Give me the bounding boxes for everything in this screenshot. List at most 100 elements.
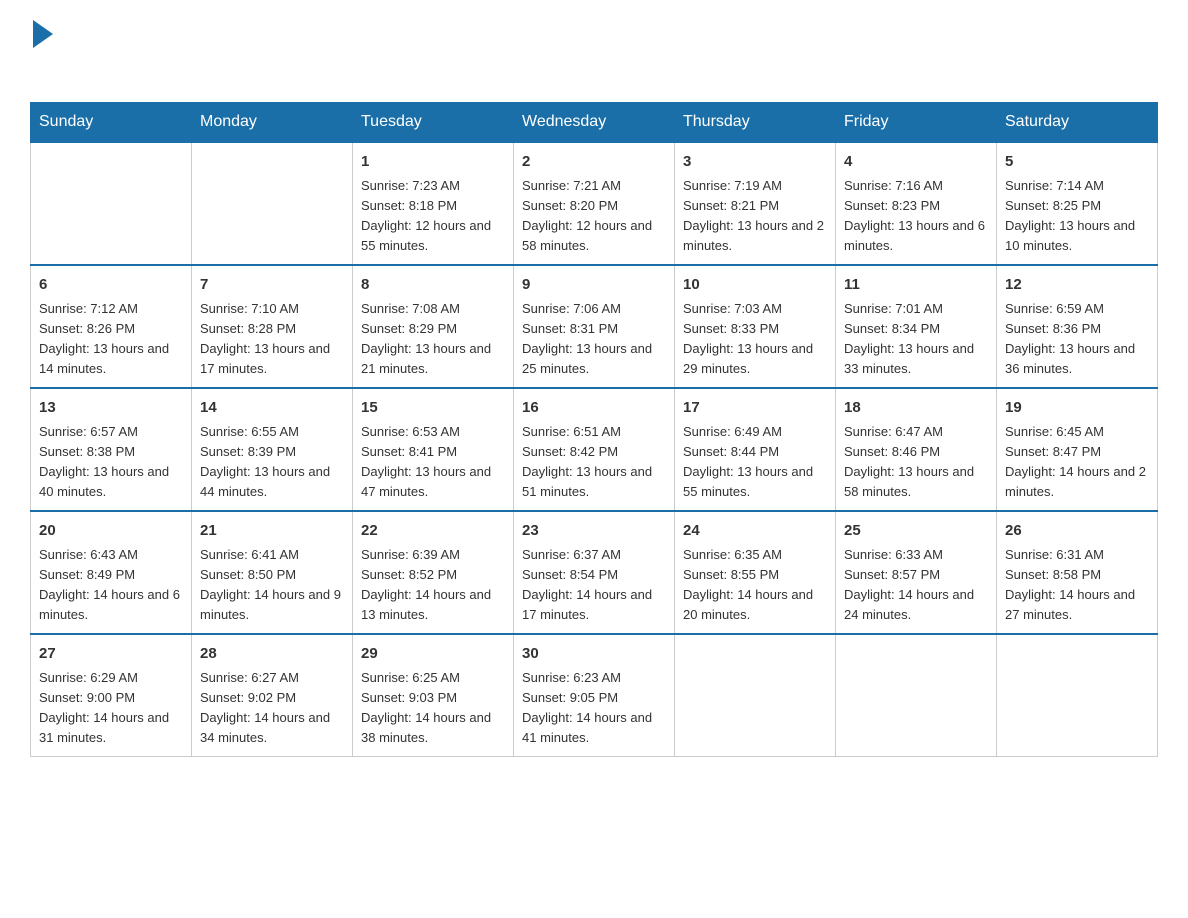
day-number: 16	[522, 397, 666, 420]
day-info: Sunrise: 6:43 AM Sunset: 8:49 PM Dayligh…	[39, 545, 183, 626]
calendar-week-row: 20Sunrise: 6:43 AM Sunset: 8:49 PM Dayli…	[31, 511, 1158, 634]
day-info: Sunrise: 6:33 AM Sunset: 8:57 PM Dayligh…	[844, 545, 988, 626]
calendar-week-row: 6Sunrise: 7:12 AM Sunset: 8:26 PM Daylig…	[31, 265, 1158, 388]
day-number: 21	[200, 520, 344, 543]
day-number: 6	[39, 274, 183, 297]
calendar-cell: 10Sunrise: 7:03 AM Sunset: 8:33 PM Dayli…	[675, 265, 836, 388]
day-info: Sunrise: 6:45 AM Sunset: 8:47 PM Dayligh…	[1005, 422, 1149, 503]
day-number: 8	[361, 274, 505, 297]
calendar-cell	[997, 634, 1158, 757]
calendar-cell: 28Sunrise: 6:27 AM Sunset: 9:02 PM Dayli…	[192, 634, 353, 757]
weekday-header-thursday: Thursday	[675, 103, 836, 143]
day-info: Sunrise: 7:16 AM Sunset: 8:23 PM Dayligh…	[844, 176, 988, 257]
day-number: 4	[844, 151, 988, 174]
day-info: Sunrise: 6:55 AM Sunset: 8:39 PM Dayligh…	[200, 422, 344, 503]
calendar-cell: 7Sunrise: 7:10 AM Sunset: 8:28 PM Daylig…	[192, 265, 353, 388]
calendar-header: SundayMondayTuesdayWednesdayThursdayFrid…	[31, 103, 1158, 143]
day-info: Sunrise: 6:27 AM Sunset: 9:02 PM Dayligh…	[200, 668, 344, 749]
day-number: 29	[361, 643, 505, 666]
calendar-cell: 17Sunrise: 6:49 AM Sunset: 8:44 PM Dayli…	[675, 388, 836, 511]
calendar-cell	[675, 634, 836, 757]
day-number: 28	[200, 643, 344, 666]
day-info: Sunrise: 6:35 AM Sunset: 8:55 PM Dayligh…	[683, 545, 827, 626]
weekday-header-friday: Friday	[836, 103, 997, 143]
calendar-cell: 9Sunrise: 7:06 AM Sunset: 8:31 PM Daylig…	[514, 265, 675, 388]
day-number: 22	[361, 520, 505, 543]
calendar-cell: 26Sunrise: 6:31 AM Sunset: 8:58 PM Dayli…	[997, 511, 1158, 634]
day-info: Sunrise: 6:23 AM Sunset: 9:05 PM Dayligh…	[522, 668, 666, 749]
day-number: 17	[683, 397, 827, 420]
day-number: 15	[361, 397, 505, 420]
calendar-cell: 14Sunrise: 6:55 AM Sunset: 8:39 PM Dayli…	[192, 388, 353, 511]
calendar-cell: 13Sunrise: 6:57 AM Sunset: 8:38 PM Dayli…	[31, 388, 192, 511]
calendar-cell: 1Sunrise: 7:23 AM Sunset: 8:18 PM Daylig…	[353, 142, 514, 265]
day-number: 18	[844, 397, 988, 420]
day-info: Sunrise: 7:12 AM Sunset: 8:26 PM Dayligh…	[39, 299, 183, 380]
day-info: Sunrise: 6:29 AM Sunset: 9:00 PM Dayligh…	[39, 668, 183, 749]
day-number: 19	[1005, 397, 1149, 420]
day-info: Sunrise: 7:06 AM Sunset: 8:31 PM Dayligh…	[522, 299, 666, 380]
calendar-cell: 21Sunrise: 6:41 AM Sunset: 8:50 PM Dayli…	[192, 511, 353, 634]
day-number: 23	[522, 520, 666, 543]
day-number: 2	[522, 151, 666, 174]
day-info: Sunrise: 6:53 AM Sunset: 8:41 PM Dayligh…	[361, 422, 505, 503]
calendar-cell: 3Sunrise: 7:19 AM Sunset: 8:21 PM Daylig…	[675, 142, 836, 265]
day-number: 7	[200, 274, 344, 297]
calendar-cell: 2Sunrise: 7:21 AM Sunset: 8:20 PM Daylig…	[514, 142, 675, 265]
calendar-cell	[836, 634, 997, 757]
calendar-cell: 15Sunrise: 6:53 AM Sunset: 8:41 PM Dayli…	[353, 388, 514, 511]
calendar-week-row: 13Sunrise: 6:57 AM Sunset: 8:38 PM Dayli…	[31, 388, 1158, 511]
day-number: 1	[361, 151, 505, 174]
day-number: 12	[1005, 274, 1149, 297]
calendar-cell: 23Sunrise: 6:37 AM Sunset: 8:54 PM Dayli…	[514, 511, 675, 634]
day-info: Sunrise: 6:59 AM Sunset: 8:36 PM Dayligh…	[1005, 299, 1149, 380]
day-info: Sunrise: 6:51 AM Sunset: 8:42 PM Dayligh…	[522, 422, 666, 503]
calendar-body: 1Sunrise: 7:23 AM Sunset: 8:18 PM Daylig…	[31, 142, 1158, 757]
day-number: 13	[39, 397, 183, 420]
weekday-header-wednesday: Wednesday	[514, 103, 675, 143]
calendar-cell: 6Sunrise: 7:12 AM Sunset: 8:26 PM Daylig…	[31, 265, 192, 388]
day-info: Sunrise: 7:01 AM Sunset: 8:34 PM Dayligh…	[844, 299, 988, 380]
calendar-cell: 29Sunrise: 6:25 AM Sunset: 9:03 PM Dayli…	[353, 634, 514, 757]
calendar-cell: 8Sunrise: 7:08 AM Sunset: 8:29 PM Daylig…	[353, 265, 514, 388]
day-number: 26	[1005, 520, 1149, 543]
calendar-cell: 5Sunrise: 7:14 AM Sunset: 8:25 PM Daylig…	[997, 142, 1158, 265]
calendar-table: SundayMondayTuesdayWednesdayThursdayFrid…	[30, 102, 1158, 757]
day-info: Sunrise: 6:41 AM Sunset: 8:50 PM Dayligh…	[200, 545, 344, 626]
calendar-cell: 27Sunrise: 6:29 AM Sunset: 9:00 PM Dayli…	[31, 634, 192, 757]
calendar-cell: 19Sunrise: 6:45 AM Sunset: 8:47 PM Dayli…	[997, 388, 1158, 511]
day-number: 9	[522, 274, 666, 297]
calendar-cell: 24Sunrise: 6:35 AM Sunset: 8:55 PM Dayli…	[675, 511, 836, 634]
calendar-cell: 30Sunrise: 6:23 AM Sunset: 9:05 PM Dayli…	[514, 634, 675, 757]
logo	[30, 20, 53, 82]
day-info: Sunrise: 6:47 AM Sunset: 8:46 PM Dayligh…	[844, 422, 988, 503]
day-number: 30	[522, 643, 666, 666]
day-info: Sunrise: 6:31 AM Sunset: 8:58 PM Dayligh…	[1005, 545, 1149, 626]
day-info: Sunrise: 7:21 AM Sunset: 8:20 PM Dayligh…	[522, 176, 666, 257]
day-number: 24	[683, 520, 827, 543]
day-number: 14	[200, 397, 344, 420]
calendar-cell	[192, 142, 353, 265]
day-number: 10	[683, 274, 827, 297]
day-info: Sunrise: 6:49 AM Sunset: 8:44 PM Dayligh…	[683, 422, 827, 503]
day-info: Sunrise: 7:14 AM Sunset: 8:25 PM Dayligh…	[1005, 176, 1149, 257]
day-number: 27	[39, 643, 183, 666]
day-number: 3	[683, 151, 827, 174]
day-number: 11	[844, 274, 988, 297]
day-number: 5	[1005, 151, 1149, 174]
day-number: 25	[844, 520, 988, 543]
day-number: 20	[39, 520, 183, 543]
weekday-header-row: SundayMondayTuesdayWednesdayThursdayFrid…	[31, 103, 1158, 143]
weekday-header-sunday: Sunday	[31, 103, 192, 143]
calendar-cell: 22Sunrise: 6:39 AM Sunset: 8:52 PM Dayli…	[353, 511, 514, 634]
calendar-week-row: 1Sunrise: 7:23 AM Sunset: 8:18 PM Daylig…	[31, 142, 1158, 265]
day-info: Sunrise: 7:08 AM Sunset: 8:29 PM Dayligh…	[361, 299, 505, 380]
day-info: Sunrise: 6:37 AM Sunset: 8:54 PM Dayligh…	[522, 545, 666, 626]
day-info: Sunrise: 6:39 AM Sunset: 8:52 PM Dayligh…	[361, 545, 505, 626]
weekday-header-monday: Monday	[192, 103, 353, 143]
calendar-cell: 25Sunrise: 6:33 AM Sunset: 8:57 PM Dayli…	[836, 511, 997, 634]
weekday-header-tuesday: Tuesday	[353, 103, 514, 143]
header	[30, 20, 1158, 82]
calendar-cell: 4Sunrise: 7:16 AM Sunset: 8:23 PM Daylig…	[836, 142, 997, 265]
day-info: Sunrise: 6:57 AM Sunset: 8:38 PM Dayligh…	[39, 422, 183, 503]
